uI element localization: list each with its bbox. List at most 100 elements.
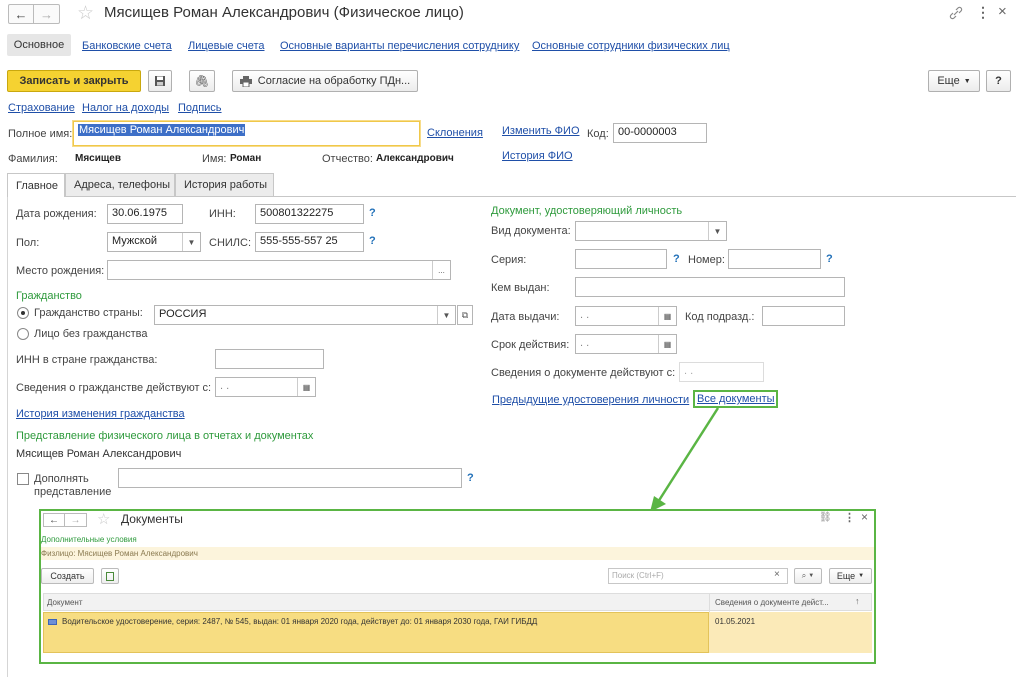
inn-foreign-input[interactable] [215, 349, 324, 369]
fio-history-link[interactable]: История ФИО [502, 150, 573, 162]
chevron-down-icon: ▼ [182, 233, 200, 251]
doc-issue-date-input[interactable]: . . ▦ [575, 306, 677, 326]
chevron-down-icon: ▼ [437, 306, 455, 324]
snils-label: СНИЛС: [209, 237, 252, 249]
sex-label: Пол: [16, 237, 40, 249]
back-button[interactable]: ← [8, 4, 34, 24]
calendar-icon[interactable]: ▦ [658, 335, 676, 353]
code-input[interactable]: 00-0000003 [613, 123, 707, 143]
tab-main[interactable]: Главное [7, 173, 65, 197]
stateless-radio-label: Лицо без гражданства [34, 328, 148, 340]
popup-forward-button[interactable]: → [65, 513, 87, 527]
insurance-link[interactable]: Страхование [8, 102, 75, 114]
nav-tab-main-employees[interactable]: Основные сотрудники физических лиц [532, 40, 730, 52]
doc-issuer-label: Кем выдан: [491, 282, 550, 294]
doc-type-select[interactable]: ▼ [575, 221, 727, 241]
supplement-input[interactable] [118, 468, 462, 488]
save-and-close-button[interactable]: Записать и закрыть [7, 70, 141, 92]
citizenship-history-link[interactable]: История изменения гражданства [16, 408, 185, 420]
nav-tab-bank-accounts[interactable]: Банковские счета [82, 40, 172, 52]
create-button[interactable]: Создать [41, 568, 94, 584]
callout-arrow-icon [650, 407, 720, 512]
series-help-icon[interactable]: ? [673, 253, 680, 265]
birth-date-label: Дата рождения: [16, 208, 97, 220]
panel-left-border [7, 196, 8, 677]
tab-addresses[interactable]: Адреса, телефоны [65, 173, 175, 196]
birthplace-label: Место рождения: [16, 265, 105, 277]
consent-button[interactable]: Согласие на обработку ПДн... [232, 70, 418, 92]
supplement-checkbox[interactable] [17, 473, 29, 485]
surname-value: Мясищев [75, 153, 122, 164]
copy-icon [106, 571, 114, 581]
nav-tab-personal-accounts[interactable]: Лицевые счета [188, 40, 264, 52]
sex-select[interactable]: Мужской ▼ [107, 232, 201, 252]
popup-star-icon[interactable]: ☆ [97, 510, 110, 528]
supplement-label-line-1: Дополнять [34, 473, 89, 485]
popup-title: Документы [121, 512, 183, 526]
number-help-icon[interactable]: ? [826, 253, 833, 265]
more-button[interactable]: Еще ▼ [928, 70, 980, 92]
full-name-input[interactable]: Мясищев Роман Александрович [73, 121, 420, 146]
clear-search-icon[interactable]: × [774, 569, 780, 580]
popup-back-button[interactable]: ← [43, 513, 65, 527]
doc-expiry-input[interactable]: . . ▦ [575, 334, 677, 354]
row-document-text: Водительское удостоверение, серия: 2487,… [62, 617, 538, 626]
inn-help-icon[interactable]: ? [369, 207, 376, 219]
popup-close-icon[interactable]: × [861, 510, 868, 524]
tab-work-history[interactable]: История работы [175, 173, 274, 196]
doc-type-label: Вид документа: [491, 225, 571, 237]
signature-link[interactable]: Подпись [178, 102, 222, 114]
doc-valid-input[interactable]: . . [679, 362, 764, 382]
menu-dots-icon[interactable]: ⋮ [976, 4, 990, 21]
printer-icon [239, 75, 252, 87]
col-header-document[interactable]: Документ [47, 598, 83, 607]
country-radio[interactable] [17, 307, 29, 319]
link-icon[interactable] [948, 5, 964, 21]
doc-number-input[interactable] [728, 249, 821, 269]
nav-tab-main[interactable]: Основное [7, 34, 71, 56]
snils-help-icon[interactable]: ? [369, 235, 376, 247]
documents-popup: ← → ☆ Документы ⛓ ⋮ × Дополнительные усл… [39, 509, 876, 664]
help-button[interactable]: ? [986, 70, 1011, 92]
calendar-icon[interactable]: ▦ [297, 378, 315, 396]
favorite-star-icon[interactable]: ☆ [77, 2, 94, 25]
birth-date-input[interactable]: 30.06.1975 [107, 204, 183, 224]
radio-dot [21, 311, 25, 315]
popup-more-button[interactable]: Еще ▼ [829, 568, 872, 584]
popup-copy-button[interactable] [101, 568, 119, 584]
calendar-icon[interactable]: ▦ [658, 307, 676, 325]
doc-issuer-input[interactable] [575, 277, 845, 297]
citizenship-valid-date[interactable]: . . ▦ [215, 377, 316, 397]
attach-button[interactable]: 🖇 [189, 70, 215, 92]
income-tax-link[interactable]: Налог на доходы [82, 102, 169, 114]
surname-label: Фамилия: [8, 153, 58, 165]
popup-menu-dots-icon[interactable]: ⋮ [844, 511, 855, 524]
sort-up-icon[interactable]: ↑ [855, 596, 860, 606]
popup-search-input[interactable]: Поиск (Ctrl+F) [608, 568, 788, 584]
tab-strip-line [7, 196, 1016, 197]
popup-link-icon[interactable]: ⛓ [819, 512, 832, 523]
doc-series-input[interactable] [575, 249, 667, 269]
birthplace-input[interactable]: ... [107, 260, 451, 280]
full-name-label: Полное имя: [8, 128, 73, 140]
forward-button[interactable]: → [34, 4, 60, 24]
name-label: Имя: [202, 153, 227, 165]
search-button[interactable]: ⌕ ▼ [794, 568, 822, 584]
citizenship-valid-label: Сведения о гражданстве действуют с: [16, 382, 212, 394]
save-icon-button[interactable] [148, 70, 172, 92]
country-select[interactable]: РОССИЯ ▼ [154, 305, 456, 325]
chevron-down-icon: ▼ [808, 573, 815, 579]
change-fio-link[interactable]: Изменить ФИО [502, 125, 580, 137]
stateless-radio[interactable] [17, 328, 29, 340]
declensions-link[interactable]: Склонения [427, 127, 483, 139]
chevron-down-icon: ▼ [708, 222, 726, 240]
ellipsis-icon[interactable]: ... [432, 261, 450, 279]
doc-dept-code-input[interactable] [762, 306, 845, 326]
open-country-button[interactable]: ⧉ [457, 305, 473, 325]
col-header-valid-from[interactable]: Сведения о документе дейст... [715, 598, 829, 607]
close-icon[interactable]: × [998, 3, 1007, 20]
supplement-help-icon[interactable]: ? [467, 472, 474, 484]
inn-input[interactable]: 500801322275 [255, 204, 364, 224]
snils-input[interactable]: 555-555-557 25 [255, 232, 364, 252]
nav-tab-payment-variants[interactable]: Основные варианты перечисления сотрудник… [280, 40, 519, 52]
